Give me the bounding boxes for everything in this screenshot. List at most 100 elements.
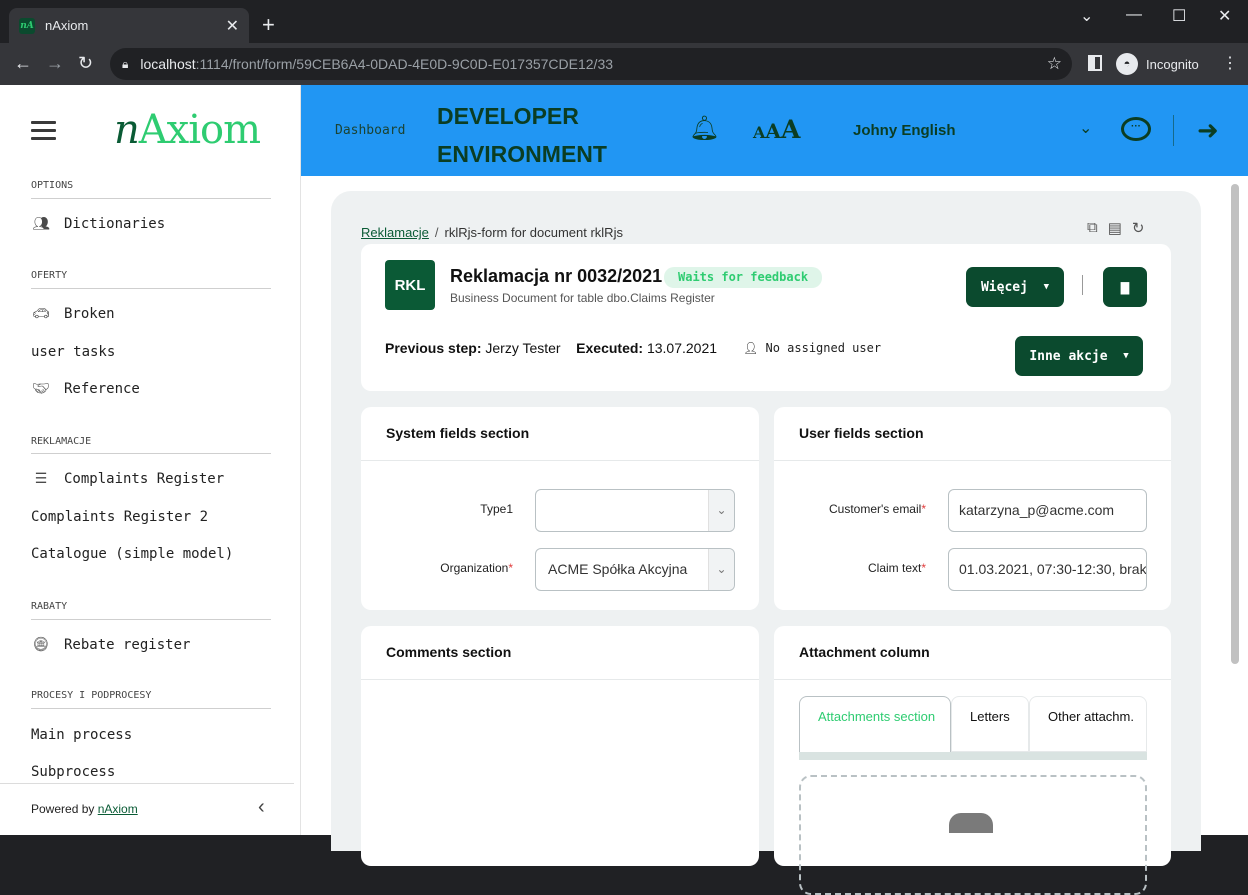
form-tools: ⧉ ▤ ↻: [1087, 219, 1144, 237]
address-bar[interactable]: 🔒︎ localhost:1114/front/form/59CEB6A4-0D…: [110, 48, 1072, 80]
tab-letters[interactable]: Letters: [951, 696, 1029, 752]
sidebar-item-subprocess[interactable]: Subprocess: [31, 764, 115, 780]
chevron-down-icon: ⌄: [708, 490, 734, 531]
section-title-oferty: OFERTY: [31, 270, 68, 281]
divider: [774, 679, 1171, 680]
side-panel-icon[interactable]: [1088, 55, 1102, 71]
font-small-button[interactable]: A: [753, 123, 765, 142]
email-label: Customer's email*: [829, 502, 926, 516]
app: nAxiom OPTIONS 👥︎ Dictionaries OFERTY 🚗︎ B…: [0, 85, 1248, 895]
previous-step: Previous step: Jerzy Tester Executed: 13…: [385, 340, 718, 356]
browser-toolbar: ← → ↻ 🔒︎ localhost:1114/front/form/59CEB…: [0, 43, 1248, 85]
hamburger-menu-icon[interactable]: [31, 121, 56, 140]
user-menu[interactable]: Johny English: [853, 122, 956, 139]
scrollbar[interactable]: [1231, 184, 1239, 664]
sidebar-item-dictionaries[interactable]: 👥︎ Dictionaries: [31, 216, 165, 232]
tab-other-attachments[interactable]: Other attachm.: [1029, 696, 1147, 752]
font-medium-button[interactable]: A: [765, 119, 781, 143]
tab-underline: [799, 752, 1147, 760]
sidebar-item-broken[interactable]: 🚗︎ Broken: [31, 306, 114, 322]
chat-icon[interactable]: ···: [1121, 117, 1151, 141]
diagram-icon[interactable]: ⧉: [1087, 219, 1098, 237]
sidebar-item-reference[interactable]: 🤝︎ Reference: [31, 381, 140, 397]
lock-icon: 🔒︎: [122, 56, 129, 71]
logout-icon[interactable]: ➜: [1197, 115, 1219, 146]
font-large-button[interactable]: A: [781, 115, 800, 144]
chevron-down-icon[interactable]: ⌄: [1079, 118, 1092, 138]
organization-label: Organization*: [440, 561, 513, 575]
incognito-indicator[interactable]: ◓ Incognito: [1116, 52, 1199, 76]
incognito-label: Incognito: [1146, 56, 1199, 72]
new-tab-icon[interactable]: +: [262, 14, 275, 36]
users-icon: 👥︎: [32, 216, 50, 232]
divider: [774, 460, 1171, 461]
comment-button[interactable]: ▆: [1103, 267, 1147, 307]
browser-menu-icon[interactable]: ⋮: [1222, 53, 1238, 73]
minimize-icon[interactable]: —: [1126, 6, 1142, 24]
divider: [361, 460, 759, 461]
tab-attachments-section[interactable]: Attachments section: [799, 696, 951, 752]
claim-text-field[interactable]: 01.03.2021, 07:30-12:30, brak: [948, 548, 1147, 591]
comment-icon: ▆: [1120, 279, 1130, 295]
section-title: User fields section: [799, 425, 924, 441]
form-panel: Reklamacje / rklRjs-form for document rklR…: [331, 191, 1201, 895]
section-title: System fields section: [386, 425, 530, 441]
sidebar-item-catalogue[interactable]: Catalogue (simple model): [31, 546, 233, 562]
sidebar-item-main-process[interactable]: Main process: [31, 727, 132, 743]
font-size-switcher: AAA: [753, 115, 800, 144]
bell-icon[interactable]: 🔔︎: [689, 114, 719, 143]
type1-select[interactable]: ⌄: [535, 489, 735, 532]
divider: [361, 679, 759, 680]
sidebar-item-complaints-register-2[interactable]: Complaints Register 2: [31, 509, 208, 525]
maximize-icon[interactable]: ☐: [1172, 6, 1186, 26]
copy-icon[interactable]: ▤: [1108, 219, 1122, 237]
document-badge: RKL: [385, 260, 435, 310]
status-badge: Waits for feedback: [664, 267, 823, 288]
breadcrumb-root-link[interactable]: Reklamacje: [361, 225, 429, 240]
refresh-icon[interactable]: ↻: [1132, 219, 1145, 237]
divider: [1173, 115, 1174, 146]
powered-by: Powered by nAxiom: [31, 802, 138, 816]
organization-select[interactable]: ACME Spółka Akcyjna ⌄: [535, 548, 735, 591]
sidebar-footer: Powered by nAxiom ‹: [0, 783, 294, 835]
bookmark-star-icon[interactable]: ☆: [1047, 54, 1062, 74]
coins-icon: 🪙︎: [32, 637, 50, 653]
reload-icon[interactable]: ↻: [78, 53, 93, 74]
tab-close-icon[interactable]: ✕: [226, 16, 239, 36]
forward-icon[interactable]: →: [46, 53, 64, 74]
naxiom-logo[interactable]: nAxiom: [114, 107, 261, 153]
divider: [1082, 275, 1083, 295]
chevron-down-icon[interactable]: ⌄: [1080, 6, 1093, 26]
app-header: Dashboard DEVELOPER ENVIRONMENT 🔔︎ AAA J…: [301, 85, 1248, 176]
file-drop-zone[interactable]: [799, 775, 1147, 895]
close-window-icon[interactable]: ✕: [1218, 6, 1231, 26]
dashboard-link[interactable]: Dashboard: [335, 123, 405, 138]
user-lock-icon: 👤︎: [743, 341, 759, 355]
sidebar-item-complaints-register[interactable]: ☰ Complaints Register: [31, 471, 224, 487]
divider: [31, 708, 271, 709]
divider: [31, 453, 271, 454]
user-fields-card: User fields section Customer's email* ka…: [774, 407, 1171, 610]
chevron-down-icon: ⌄: [708, 549, 734, 590]
more-button[interactable]: Więcej ▼: [966, 267, 1064, 307]
url-host: localhost: [140, 56, 196, 72]
type1-label: Type1: [480, 502, 513, 516]
browser-titlebar: nA nAxiom ✕ + ⌄ — ☐ ✕: [0, 0, 1248, 43]
section-title-reklamacje: REKLAMACJE: [31, 436, 92, 447]
collapse-sidebar-icon[interactable]: ‹: [258, 796, 265, 819]
tab-title: nAxiom: [45, 18, 89, 33]
other-actions-button[interactable]: Inne akcje ▼: [1015, 336, 1143, 376]
incognito-icon: ◓: [1116, 53, 1138, 75]
list-icon: ☰: [34, 471, 48, 487]
section-title-procesy: PROCESY I PODPROCESY: [31, 690, 152, 701]
back-icon[interactable]: ←: [14, 53, 32, 74]
sidebar-item-user-tasks[interactable]: user tasks: [31, 344, 115, 360]
handshake-icon: 🤝︎: [32, 381, 50, 397]
email-field[interactable]: katarzyna_p@acme.com: [948, 489, 1147, 532]
sidebar-item-rebate-register[interactable]: 🪙︎ Rebate register: [31, 637, 190, 653]
naxiom-link[interactable]: nAxiom: [98, 802, 138, 816]
browser-tab[interactable]: nA nAxiom ✕: [9, 8, 249, 43]
environment-title: DEVELOPER ENVIRONMENT: [437, 103, 607, 167]
divider: [31, 288, 271, 289]
attachments-card: Attachment column Attachments section Le…: [774, 626, 1171, 895]
